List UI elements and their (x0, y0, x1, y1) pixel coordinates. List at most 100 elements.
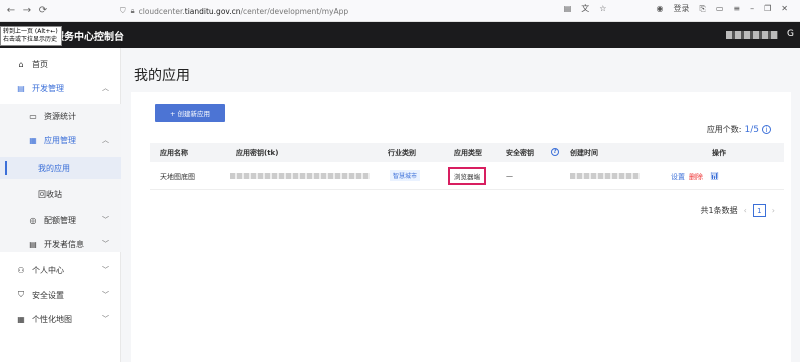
delete-link[interactable]: 删除 (689, 172, 703, 182)
logout-icon[interactable]: G (787, 29, 794, 39)
sidebar-item-label: 安全设置 (32, 290, 64, 300)
address-bar[interactable]: ⛉ 🔒︎ cloudcenter. tianditu.gov.cn/center/… (120, 3, 560, 19)
user-icon: ⚇ (17, 265, 25, 275)
chevron-up-icon: ︿ (102, 136, 109, 144)
sidebar-item-label: 资源统计 (44, 111, 76, 121)
col-type: 应用类型 (454, 149, 482, 157)
security-key: — (506, 172, 513, 180)
chevron-down-icon: ﹀ (102, 315, 109, 323)
sidebar-item-label: 个人中心 (32, 265, 64, 275)
shield-icon: ⛉ (18, 290, 24, 299)
grid-icon: ▦ (17, 314, 25, 324)
created-time-blurred (570, 173, 640, 179)
browser-toolbar: ← → ⟳ ⛉ 🔒︎ cloudcenter. tianditu.gov.cn/c… (0, 0, 800, 22)
reader-icon[interactable]: ▤ (564, 4, 572, 13)
chevron-down-icon: ﹀ (102, 216, 109, 224)
url-path: /center/development/myApp (240, 6, 349, 16)
monitor-icon: ▭ (29, 111, 37, 121)
app-header: 服务中心控制台 G (0, 22, 800, 48)
apps-card: + 创建新应用 应用个数: 1/5 i 应用名称 应用密钥(tk) 行业类别 应… (131, 92, 791, 362)
chevron-up-icon: ︿ (102, 84, 109, 92)
sidebar-item-label: 开发管理 (32, 83, 64, 93)
col-security: 安全密钥 (506, 149, 534, 157)
sidebar-item-recycle[interactable]: 回收站 (0, 183, 121, 205)
create-app-button[interactable]: + 创建新应用 (155, 104, 225, 122)
pagination: 共1条数据 ‹ 1 › (700, 204, 775, 217)
sidebar-item-label: 我的应用 (38, 163, 70, 173)
eye-icon: ◎ (29, 215, 37, 225)
chevron-down-icon: ﹀ (102, 266, 109, 274)
lock-icon: 🔒︎ (130, 6, 135, 15)
url-domain: tianditu.gov.cn (184, 6, 241, 16)
document-icon: ▤ (29, 239, 37, 249)
col-key: 应用密钥(tk) (236, 149, 279, 157)
bar-chart-icon[interactable]: 📊︎ (710, 172, 719, 180)
browser-right-icons: ▤ 文 ☆ ◉ 登录 ⎘ ▭ ≡ – ❐ ✕ (564, 3, 788, 14)
sidebar-item-label: 开发者信息 (44, 239, 84, 249)
home-icon: ⌂ (18, 59, 24, 69)
minimize-icon[interactable]: – (750, 4, 754, 13)
reload-icon[interactable]: ⟳ (38, 5, 48, 16)
app-type: 浏览器端 (448, 167, 486, 185)
app-count-label: 应用个数: (706, 125, 742, 134)
table-row: 天地图底图 智慧城市 浏览器端 — 设置 删除 📊︎ (150, 162, 784, 190)
restore-icon[interactable]: ❐ (764, 4, 771, 13)
url-prefix: cloudcenter. (138, 6, 185, 16)
sidebar-item-security[interactable]: ⛉ 安全设置 ﹀ (0, 284, 121, 306)
chevron-down-icon: ﹀ (102, 240, 109, 248)
next-page-icon[interactable]: › (772, 206, 775, 215)
sidebar-item-personal[interactable]: ⚇ 个人中心 ﹀ (0, 259, 121, 281)
back-icon[interactable]: ← (6, 5, 16, 16)
help-icon[interactable]: ? (551, 148, 559, 156)
sidebar-item-dev[interactable]: ▤ 开发管理 ︿ (0, 77, 121, 99)
sidebar-item-custommap[interactable]: ▦ 个性化地图 ﹀ (0, 308, 121, 330)
sidebar-item-quota[interactable]: ◎ 配额管理 ﹀ (0, 209, 121, 231)
sidebar-item-label: 配额管理 (44, 215, 76, 225)
col-actions: 操作 (712, 149, 726, 157)
back-tooltip: 转到上一页 (Alt+←) 右击或下拉显示历史 (0, 26, 62, 46)
forward-icon[interactable]: → (22, 5, 32, 16)
sidebar-item-label: 回收站 (38, 189, 62, 199)
prev-page-icon[interactable]: ‹ (744, 206, 747, 215)
col-name: 应用名称 (160, 149, 188, 157)
grid-icon: ▦ (29, 135, 37, 145)
app-count: 应用个数: 1/5 i (707, 124, 771, 135)
sidebar-item-label: 应用管理 (44, 135, 76, 145)
main-content: 我的应用 + 创建新应用 应用个数: 1/5 i 应用名称 应用密钥(tk) 行… (121, 48, 800, 362)
col-industry: 行业类别 (388, 149, 416, 157)
chevron-down-icon: ﹀ (102, 291, 109, 299)
menu-icon[interactable]: ≡ (733, 4, 740, 13)
tooltip-line1: 转到上一页 (Alt+←) (3, 28, 58, 35)
industry-tag: 智慧城市 (390, 170, 421, 181)
sidebar: ⌂ 首页 ▤ 开发管理 ︿ ▭ 资源统计 ▦ 应用管理 ︿ 我的应用 回收站 ◎… (0, 48, 121, 362)
extensions-icon[interactable]: ⎘ (699, 4, 705, 14)
col-created: 创建时间 (570, 149, 598, 157)
page-title: 我的应用 (134, 68, 190, 84)
sidebar-item-label: 首页 (32, 59, 48, 69)
app-name: 天地图底图 (160, 173, 195, 181)
bookmark-star-icon[interactable]: ☆ (599, 4, 606, 13)
sidebar-item-home[interactable]: ⌂ 首页 (0, 53, 121, 75)
app-count-value: 1/5 (744, 124, 759, 135)
sidebar-item-stats[interactable]: ▭ 资源统计 (0, 105, 121, 127)
app-key-blurred (230, 173, 370, 179)
translate-icon[interactable]: 文 (581, 3, 589, 14)
sidebar-item-devinfo[interactable]: ▤ 开发者信息 ﹀ (0, 233, 121, 255)
console-title: 服务中心控制台 (54, 32, 124, 43)
downloads-icon[interactable]: ▭ (716, 4, 724, 13)
user-name-blurred[interactable] (726, 31, 778, 39)
list-icon: ▤ (17, 83, 25, 93)
total-count: 共1条数据 (700, 206, 738, 215)
sidebar-item-myapps[interactable]: 我的应用 (0, 157, 121, 179)
sidebar-item-appmgmt[interactable]: ▦ 应用管理 ︿ (0, 129, 121, 151)
tooltip-line2: 右击或下拉显示历史 (3, 36, 58, 43)
info-icon[interactable]: i (762, 125, 771, 134)
account-icon[interactable]: ◉ (656, 4, 663, 13)
sidebar-item-label: 个性化地图 (32, 314, 72, 324)
settings-link[interactable]: 设置 (671, 172, 685, 182)
login-label[interactable]: 登录 (673, 3, 689, 14)
shield-icon: ⛉ (120, 6, 126, 15)
table-header: 应用名称 应用密钥(tk) 行业类别 应用类型 安全密钥 ? 创建时间 操作 (150, 143, 784, 162)
page-1-button[interactable]: 1 (752, 204, 766, 217)
close-icon[interactable]: ✕ (781, 4, 788, 13)
